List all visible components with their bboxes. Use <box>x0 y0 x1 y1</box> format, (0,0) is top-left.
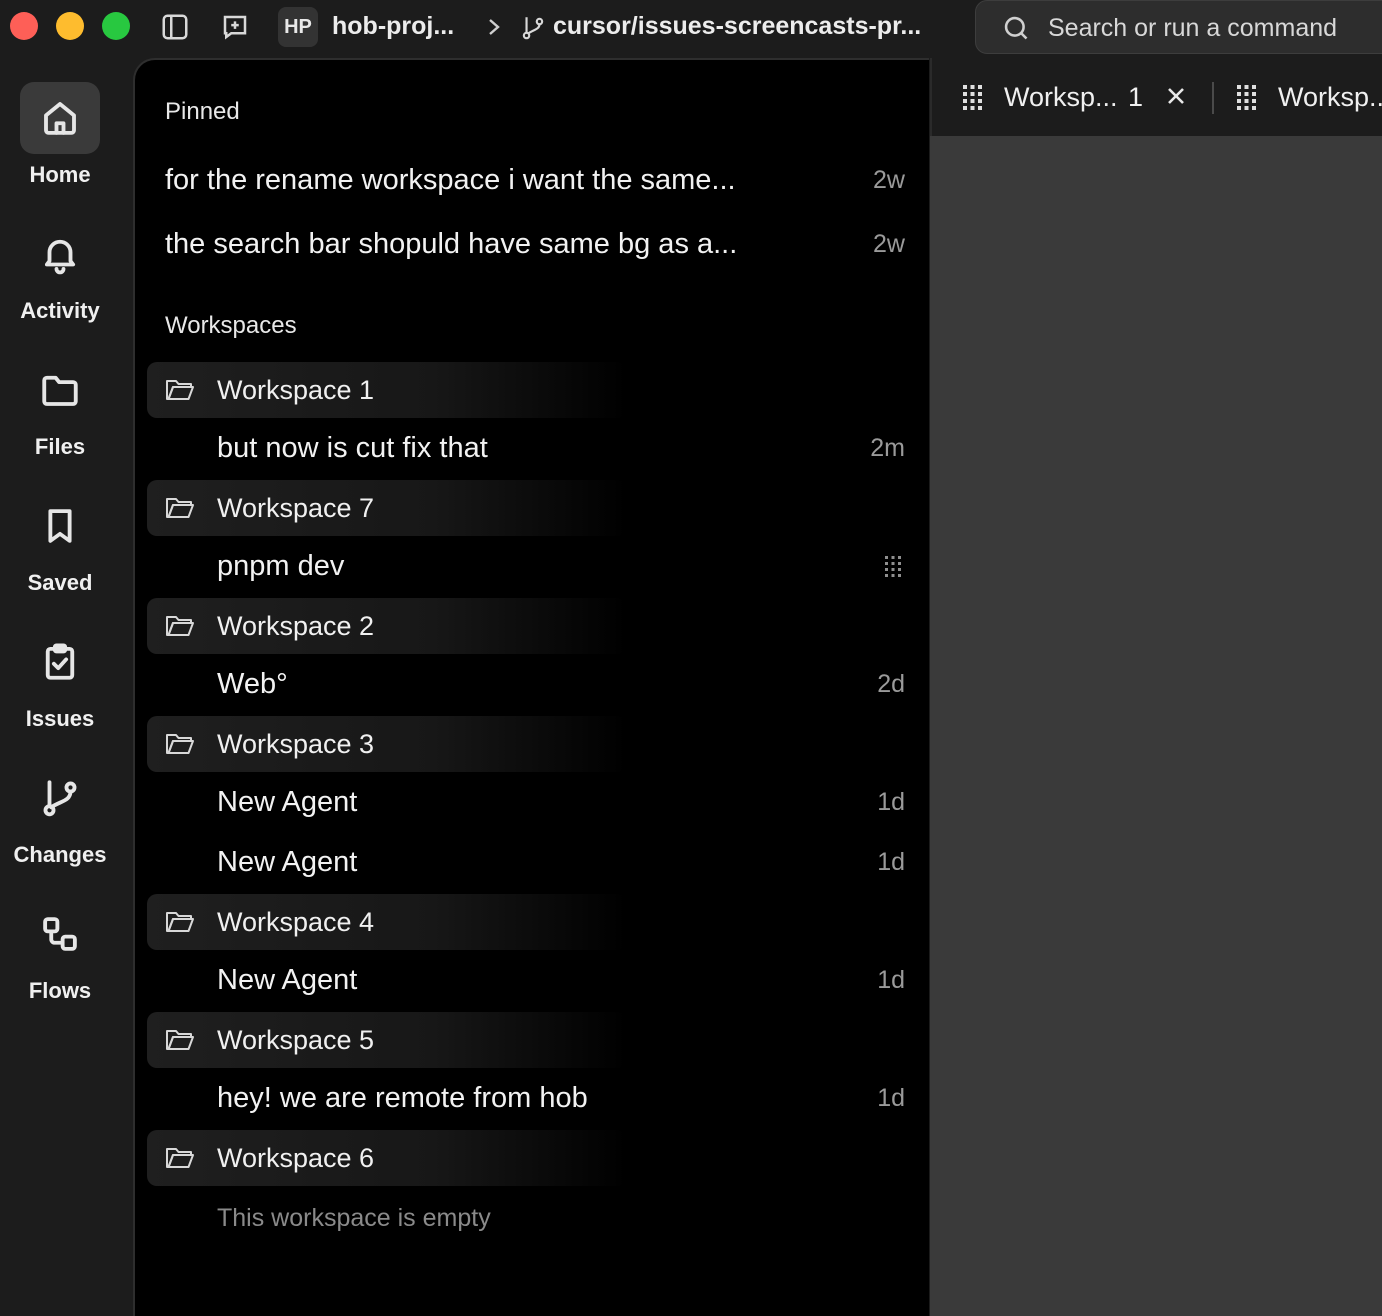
tab-count: 1 <box>1128 82 1144 112</box>
home-icon <box>20 82 100 154</box>
project-badge[interactable]: HP <box>278 7 318 47</box>
agent-item[interactable]: hey! we are remote from hob 1d <box>217 1070 905 1126</box>
workspace-name: Workspace 1 <box>217 375 375 405</box>
sidebar-toggle-icon[interactable] <box>158 10 192 44</box>
folder-icon <box>20 354 100 426</box>
nav-label-home: Home <box>29 162 91 187</box>
nav-home[interactable]: Home <box>0 82 120 202</box>
grid-icon <box>962 84 984 110</box>
nav-label-changes: Changes <box>13 842 107 867</box>
agent-item-text: New Agent <box>217 846 358 878</box>
search-icon <box>1002 14 1030 42</box>
bookmark-icon <box>20 490 100 562</box>
grid-icon <box>1236 84 1258 110</box>
maximize-window-button[interactable] <box>102 12 130 40</box>
agent-item-age: 2m <box>870 434 905 462</box>
agent-item-age: 1d <box>877 1084 905 1112</box>
left-navigation: Home Activity Files Saved Issues Changes <box>0 56 132 1316</box>
workspace-name: Workspace 7 <box>217 493 375 523</box>
agent-item[interactable]: New Agent 1d <box>217 952 905 1008</box>
workspace-row[interactable]: Workspace 3 <box>147 716 627 772</box>
new-chat-icon[interactable] <box>218 10 252 44</box>
workspace-name: Workspace 4 <box>217 907 375 937</box>
folder-open-icon <box>165 377 195 403</box>
nav-label-issues: Issues <box>25 706 95 731</box>
chevron-right-icon <box>483 14 505 40</box>
folder-open-icon <box>165 495 195 521</box>
nav-label-flows: Flows <box>28 978 92 1003</box>
close-window-button[interactable] <box>10 12 38 40</box>
nav-flows[interactable]: Flows <box>0 898 120 1018</box>
workspace-name: Workspace 5 <box>217 1025 375 1055</box>
terminal-grid-icon <box>883 554 903 578</box>
tab-bar: Worksp... 1 Worksp... <box>930 58 1382 136</box>
nav-label-saved: Saved <box>27 570 93 595</box>
close-icon[interactable] <box>1164 84 1188 108</box>
workspace-name: Workspace 6 <box>217 1143 375 1173</box>
git-branch-icon <box>20 762 100 834</box>
workspace-name: Workspace 2 <box>217 611 375 641</box>
workspace-name: Workspace 3 <box>217 729 375 759</box>
terminal-item-text: pnpm dev <box>217 550 345 582</box>
nav-label-activity: Activity <box>20 298 100 323</box>
bell-icon <box>20 218 100 290</box>
agent-item-age: 1d <box>877 788 905 816</box>
folder-open-icon <box>165 731 195 757</box>
agent-item-text: Web° <box>217 668 288 700</box>
clipboard-check-icon <box>20 626 100 698</box>
agent-item[interactable]: but now is cut fix that 2m <box>217 420 905 476</box>
nav-label-files: Files <box>34 434 86 459</box>
workspace-row[interactable]: Workspace 5 <box>147 1012 627 1068</box>
workspace-row[interactable]: Workspace 2 <box>147 598 627 654</box>
pinned-item-age: 2w <box>873 230 905 258</box>
nav-files[interactable]: Files <box>0 354 120 474</box>
agent-item-text: New Agent <box>217 786 358 818</box>
nav-changes[interactable]: Changes <box>0 762 120 882</box>
tab-workspace-2[interactable]: Worksp... <box>1214 58 1382 136</box>
search-placeholder: Search or run a command <box>1048 14 1338 42</box>
workspace-row[interactable]: Workspace 1 <box>147 362 627 418</box>
agent-item-text: hey! we are remote from hob <box>217 1082 588 1114</box>
home-panel: Pinned for the rename workspace i want t… <box>133 58 929 1316</box>
agent-item-age: 1d <box>877 966 905 994</box>
tab-workspace-1[interactable]: Worksp... 1 <box>932 58 1210 136</box>
pinned-item-text: for the rename workspace i want the same… <box>165 164 736 196</box>
pinned-item[interactable]: the search bar shopuld have same bg as a… <box>165 216 905 272</box>
workspaces-heading: Workspaces <box>165 312 297 339</box>
agent-item[interactable]: New Agent 1d <box>217 834 905 890</box>
agent-item-age: 1d <box>877 848 905 876</box>
branch-name[interactable]: cursor/issues-screencasts-pr... <box>553 12 921 41</box>
agent-item[interactable]: Web° 2d <box>217 656 905 712</box>
nav-issues[interactable]: Issues <box>0 626 120 746</box>
folder-open-icon <box>165 1027 195 1053</box>
workspace-row[interactable]: Workspace 7 <box>147 480 627 536</box>
nav-activity[interactable]: Activity <box>0 218 120 338</box>
agent-item-age: 2d <box>877 670 905 698</box>
pinned-item-age: 2w <box>873 166 905 194</box>
agent-item-text: but now is cut fix that <box>217 432 488 464</box>
empty-workspace-note: This workspace is empty <box>217 1204 491 1232</box>
workspace-row[interactable]: Workspace 4 <box>147 894 627 950</box>
workspace-row[interactable]: Workspace 6 <box>147 1130 627 1186</box>
nav-saved[interactable]: Saved <box>0 490 120 610</box>
title-bar: HP hob-proj... cursor/issues-screencasts… <box>0 0 1382 56</box>
folder-open-icon <box>165 909 195 935</box>
agent-item-text: New Agent <box>217 964 358 996</box>
git-branch-icon <box>520 14 546 42</box>
terminal-item[interactable]: pnpm dev <box>217 538 905 594</box>
folder-open-icon <box>165 613 195 639</box>
pinned-item[interactable]: for the rename workspace i want the same… <box>165 152 905 208</box>
agent-item[interactable]: New Agent 1d <box>217 774 905 830</box>
pinned-heading: Pinned <box>165 98 240 125</box>
flow-icon <box>20 898 100 970</box>
editor-pane: Worksp... 1 Worksp... <box>930 58 1382 1316</box>
command-search-bar[interactable]: Search or run a command <box>975 0 1382 54</box>
tab-label: Worksp... <box>1278 82 1382 112</box>
folder-open-icon <box>165 1145 195 1171</box>
minimize-window-button[interactable] <box>56 12 84 40</box>
tab-label: Worksp... <box>1004 82 1118 112</box>
project-name[interactable]: hob-proj... <box>332 12 454 41</box>
pinned-item-text: the search bar shopuld have same bg as a… <box>165 228 738 260</box>
